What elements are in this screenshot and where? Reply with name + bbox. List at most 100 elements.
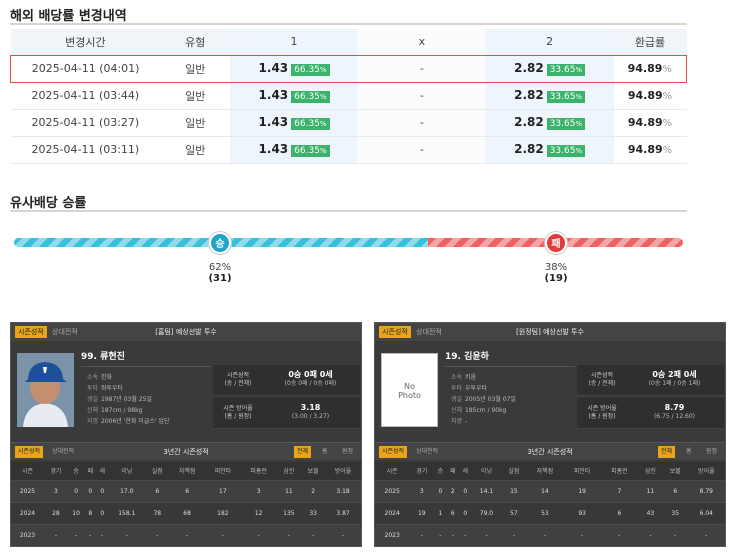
season-stats-cell: - <box>96 523 109 546</box>
season-record-sub: (0승 1패 / 0승 1패) <box>648 380 701 387</box>
filter-all-tab[interactable]: 전체 <box>658 446 676 458</box>
pitcher-name: 19. 김윤하 <box>445 349 575 367</box>
season-stats-col-header: 이닝 <box>471 462 502 480</box>
odds-type: 일반 <box>160 54 231 83</box>
season-stats-cell: - <box>240 523 277 546</box>
season-stats-cell: 1 <box>434 501 447 524</box>
home-percent-value: 66.35 <box>294 92 320 102</box>
season-stats-cell: 53 <box>526 501 564 524</box>
col-header-draw: x <box>357 29 486 55</box>
season-stats-cell: 79.0 <box>471 501 502 524</box>
similar-odds-divider <box>10 210 687 212</box>
pitcher-info-key: 신체 <box>451 407 463 414</box>
season-stats-cell: - <box>526 523 564 546</box>
odds-row: 2025-04-11 (03:11) 일반 1.43 66.35% -2.82 33.65… <box>10 136 687 164</box>
odds-draw: - <box>357 109 486 137</box>
home-odd-percent: 66.35% <box>291 91 330 103</box>
pitcher-photo <box>17 353 74 427</box>
season-stats-cell: 2023 <box>11 523 44 546</box>
season-stats-cell: 0 <box>459 501 472 524</box>
season-era-value: 8.79 (6.75 / 12.60) <box>627 403 722 421</box>
season-stats-cell: 12 <box>240 501 277 524</box>
season-stats-col-header: 피안타 <box>204 462 241 480</box>
season-stats-cell: 57 <box>501 501 527 524</box>
pitcher-portrait-icon <box>17 353 74 427</box>
season-record-value: 0승 2패 0세 (0승 1패 / 0승 1패) <box>627 370 722 388</box>
odds-draw: - <box>357 54 486 83</box>
season-stats-col-header: 삼진 <box>276 462 302 480</box>
filter-all-tab[interactable]: 전체 <box>294 446 312 458</box>
filter-away-tab[interactable]: 원정 <box>339 446 356 458</box>
season-stats-cell: 182 <box>204 501 241 524</box>
away-odd-percent: 33.65% <box>546 145 586 157</box>
pitcher-info-key: 생일 <box>451 396 463 403</box>
season-stats-cell: 15 <box>501 479 527 502</box>
season-stats-cell: 3 <box>44 479 68 502</box>
away-odd-value: 2.82 <box>514 88 544 102</box>
home-percent-value: 66.35 <box>294 65 320 75</box>
odds-history-title: 해외 배당률 변경내역 <box>10 9 127 24</box>
win-percent: 62% <box>208 262 232 273</box>
season-stats-col-header: 승 <box>67 462 85 480</box>
home-odd-value: 1.43 <box>258 115 289 129</box>
season-record-main: 0승 2패 0세 <box>652 370 697 379</box>
odds-type: 일반 <box>160 136 231 164</box>
pitcher-info-value: 좌투우타 <box>101 385 124 392</box>
home-odd-value: 1.43 <box>258 88 289 102</box>
season-stats-cell: - <box>44 523 68 546</box>
season-stats-row: 2023- - - - - - - - - - - - <box>375 523 725 546</box>
season-stats-cell: 8 <box>84 501 97 524</box>
odds-time: 2025-04-11 (03:11) <box>10 136 161 164</box>
season-stats-cell: 33 <box>301 501 326 524</box>
pitcher-info-row: 지명 2006년 '한화 이글스' 입단 <box>87 417 169 427</box>
season-stats-cell: 0 <box>96 501 109 524</box>
odds-home: 1.43 66.35% <box>230 109 358 137</box>
home-percent-value: 66.35 <box>294 146 320 156</box>
season-stats-cell: 2 <box>301 479 326 502</box>
pitcher-panel-header: 시즌성적 상대전적 [원정팀] 예상선발 투수 <box>375 323 725 341</box>
season-stats-table: 시즌 경기 승 패 세 이닝 실점 자책점 피안타 피홈런 삼진 보볼 방어율 2025 3 0 2 0 14.1 1… <box>375 462 725 546</box>
percent-symbol: % <box>575 66 583 74</box>
season-stats-col-header: 승 <box>434 462 447 480</box>
odds-history-divider <box>10 23 687 25</box>
season-stats-cell: 3 <box>240 479 277 502</box>
away-odd-value: 2.82 <box>514 142 544 156</box>
pitcher-info-key: 생일 <box>87 396 99 403</box>
pitcher-info-key: 소속 <box>87 374 99 381</box>
percent-symbol: % <box>319 147 327 155</box>
filter-home-tab[interactable]: 홈 <box>683 446 695 458</box>
pitcher-info-row: 지명 - <box>451 417 467 427</box>
season-table-header: 시즌성적 상대전적 3년간 시즌성적 전체 홈 원정 <box>11 442 361 460</box>
pitcher-info-value: 187cm / 98kg <box>101 407 143 414</box>
season-stats-cell: 3 <box>409 479 435 502</box>
season-stats-cell: 6.04 <box>687 501 725 524</box>
filter-home-tab[interactable]: 홈 <box>319 446 331 458</box>
season-era-label: 시즌 방어율 (홈 / 원정) <box>587 405 617 420</box>
pitcher-info-value: - <box>465 418 468 425</box>
home-odd-percent: 66.35% <box>291 145 330 157</box>
season-table-header: 시즌성적 상대전적 3년간 시즌성적 전체 홈 원정 <box>375 442 725 460</box>
home-pitcher-panel: 시즌성적 상대전적 [홈팀] 예상선발 투수 99. 류현진 소속 한화 투타 좌투우타 생일 1… <box>10 322 362 547</box>
season-stats-row: 2025 3 0 0 0 17.0 6 6 17 3 11 2 3.18 <box>11 479 361 502</box>
lose-percent: 38% <box>544 262 568 273</box>
season-stats-row: 2024 28 10 8 0 158.1 78 68 182 12 135 33 3.87 <box>11 501 361 524</box>
away-percent-value: 33.65 <box>549 65 576 75</box>
lose-count: (19) <box>544 273 568 284</box>
season-stats-col-header: 자책점 <box>169 462 205 480</box>
odds-away: 2.82 33.65% <box>485 82 614 110</box>
season-stats-cell: 17 <box>204 479 241 502</box>
season-stats-cell: 17.0 <box>108 479 146 502</box>
odds-home: 1.43 66.35% <box>230 54 358 83</box>
filter-away-tab[interactable]: 원정 <box>703 446 720 458</box>
away-odd-percent: 33.65% <box>546 91 586 103</box>
percent-symbol: % <box>662 91 673 102</box>
season-stats-row: 2024 19 1 6 0 79.0 57 53 93 6 43 35 6.04 <box>375 501 725 524</box>
pitcher-info-key: 투타 <box>451 385 463 392</box>
season-stats-cell: 0 <box>459 479 472 502</box>
season-stats-row: 2023- - - - - - - - - - - - <box>11 523 361 546</box>
percent-symbol: % <box>662 64 672 75</box>
pitcher-info-key: 지명 <box>451 418 463 425</box>
season-record-box: 시즌성적 (승 / 전체) 0승 0패 0세 (0승 0패 / 0승 0패) <box>213 365 360 396</box>
away-pitcher-panel: 시즌성적 상대전적 [원정팀] 예상선발 투수 No Photo 19. 김윤하 소속 키움… <box>374 322 726 547</box>
season-stats-table: 시즌 경기 승 패 세 이닝 실점 자책점 피안타 피홈런 삼진 보볼 방어율 2025 3 0 0 0 17.0 6… <box>11 462 361 546</box>
